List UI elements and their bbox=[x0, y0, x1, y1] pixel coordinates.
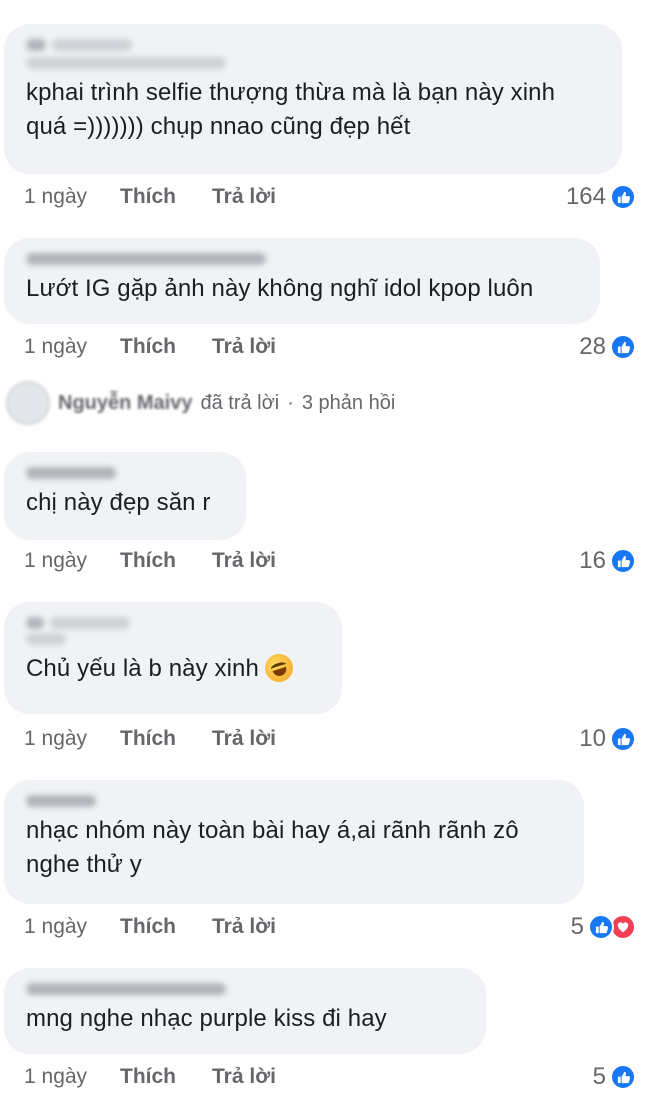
comment-author[interactable] bbox=[26, 980, 466, 998]
like-icon bbox=[588, 914, 614, 940]
comment-actions: 1 ngày Thích Trả lời 16 bbox=[24, 546, 636, 576]
comment-text: kphai trình selfie thượng thừa mà là bạn… bbox=[26, 79, 556, 140]
like-button[interactable]: Thích bbox=[120, 915, 212, 939]
comment-author[interactable] bbox=[26, 36, 602, 54]
comment-bubble: kphai trình selfie thượng thừa mà là bạn… bbox=[4, 24, 622, 174]
reaction-summary[interactable]: 16 bbox=[579, 547, 636, 575]
comment-author[interactable] bbox=[26, 792, 564, 810]
reply-action-text: đã trả lời bbox=[200, 391, 280, 414]
comment-author[interactable] bbox=[26, 250, 580, 268]
reply-button[interactable]: Trả lời bbox=[212, 915, 276, 939]
like-button[interactable]: Thích bbox=[120, 727, 212, 751]
reaction-count: 10 bbox=[579, 725, 606, 752]
comment-author-subtitle bbox=[26, 54, 602, 72]
reaction-count: 5 bbox=[570, 913, 584, 940]
comment-bubble: Chủ yếu là b này xinh bbox=[4, 602, 342, 714]
reply-author-name: Nguyễn Maivy bbox=[58, 391, 193, 414]
comment-bubble: chị này đẹp săn r bbox=[4, 452, 246, 540]
reply-button[interactable]: Trả lời bbox=[212, 335, 276, 359]
reaction-count: 16 bbox=[579, 547, 606, 574]
comment-actions: 1 ngày Thích Trả lời 10 bbox=[24, 724, 636, 754]
separator-dot: · bbox=[287, 391, 294, 414]
like-icon bbox=[610, 184, 636, 210]
reply-button[interactable]: Trả lời bbox=[212, 549, 276, 573]
comment-bubble: mng nghe nhạc purple kiss đi hay bbox=[4, 968, 486, 1054]
comment-time[interactable]: 1 ngày bbox=[24, 549, 120, 573]
reaction-summary[interactable]: 5 bbox=[593, 1063, 636, 1091]
comment-time[interactable]: 1 ngày bbox=[24, 185, 120, 209]
reaction-summary[interactable]: 164 bbox=[566, 183, 636, 211]
comment-text: Chủ yếu là b này xinh bbox=[26, 650, 322, 686]
comment-actions: 1 ngày Thích Trả lời 5 bbox=[24, 912, 636, 942]
like-icon bbox=[610, 726, 636, 752]
comment-text: mng nghe nhạc purple kiss đi hay bbox=[26, 1005, 387, 1032]
reaction-summary[interactable]: 5 bbox=[571, 913, 636, 941]
comment-bubble: Lướt IG gặp ảnh này không nghĩ idol kpop… bbox=[4, 238, 600, 324]
like-button[interactable]: Thích bbox=[120, 549, 212, 573]
reply-button[interactable]: Trả lời bbox=[212, 1065, 276, 1089]
like-button[interactable]: Thích bbox=[120, 335, 212, 359]
like-icon bbox=[610, 548, 636, 574]
comment-author-subtitle bbox=[26, 630, 322, 648]
reaction-summary[interactable]: 10 bbox=[579, 725, 636, 753]
view-replies-link[interactable]: Nguyễn Maivy đã trả lời · 3 phản hồi bbox=[6, 381, 396, 425]
like-icon bbox=[610, 1064, 636, 1090]
like-button[interactable]: Thích bbox=[120, 185, 212, 209]
reaction-summary[interactable]: 28 bbox=[579, 333, 636, 361]
reply-button[interactable]: Trả lời bbox=[212, 185, 276, 209]
reply-button[interactable]: Trả lời bbox=[212, 727, 276, 751]
like-button[interactable]: Thích bbox=[120, 1065, 212, 1089]
reaction-count: 164 bbox=[565, 183, 606, 210]
reaction-count: 5 bbox=[592, 1063, 606, 1090]
comment-actions: 1 ngày Thích Trả lời 28 bbox=[24, 332, 636, 362]
comment-actions: 1 ngày Thích Trả lời 164 bbox=[24, 182, 636, 212]
comment-text: chị này đẹp săn r bbox=[26, 489, 211, 516]
comment-bubble: nhạc nhóm này toàn bài hay á,ai rãnh rãn… bbox=[4, 780, 584, 904]
comment-time[interactable]: 1 ngày bbox=[24, 335, 120, 359]
like-icon bbox=[610, 334, 636, 360]
rolling-on-floor-laughing-emoji bbox=[261, 650, 297, 686]
comment-text: nhạc nhóm này toàn bài hay á,ai rãnh rãn… bbox=[26, 817, 519, 878]
avatar bbox=[6, 381, 50, 425]
comment-actions: 1 ngày Thích Trả lời 5 bbox=[24, 1062, 636, 1092]
comment-time[interactable]: 1 ngày bbox=[24, 727, 120, 751]
comment-time[interactable]: 1 ngày bbox=[24, 915, 120, 939]
comment-text: Lướt IG gặp ảnh này không nghĩ idol kpop… bbox=[26, 275, 534, 302]
comment-time[interactable]: 1 ngày bbox=[24, 1065, 120, 1089]
comment-author[interactable] bbox=[26, 464, 226, 482]
reaction-count: 28 bbox=[579, 333, 606, 360]
reply-count: 3 phản hồi bbox=[301, 391, 396, 414]
